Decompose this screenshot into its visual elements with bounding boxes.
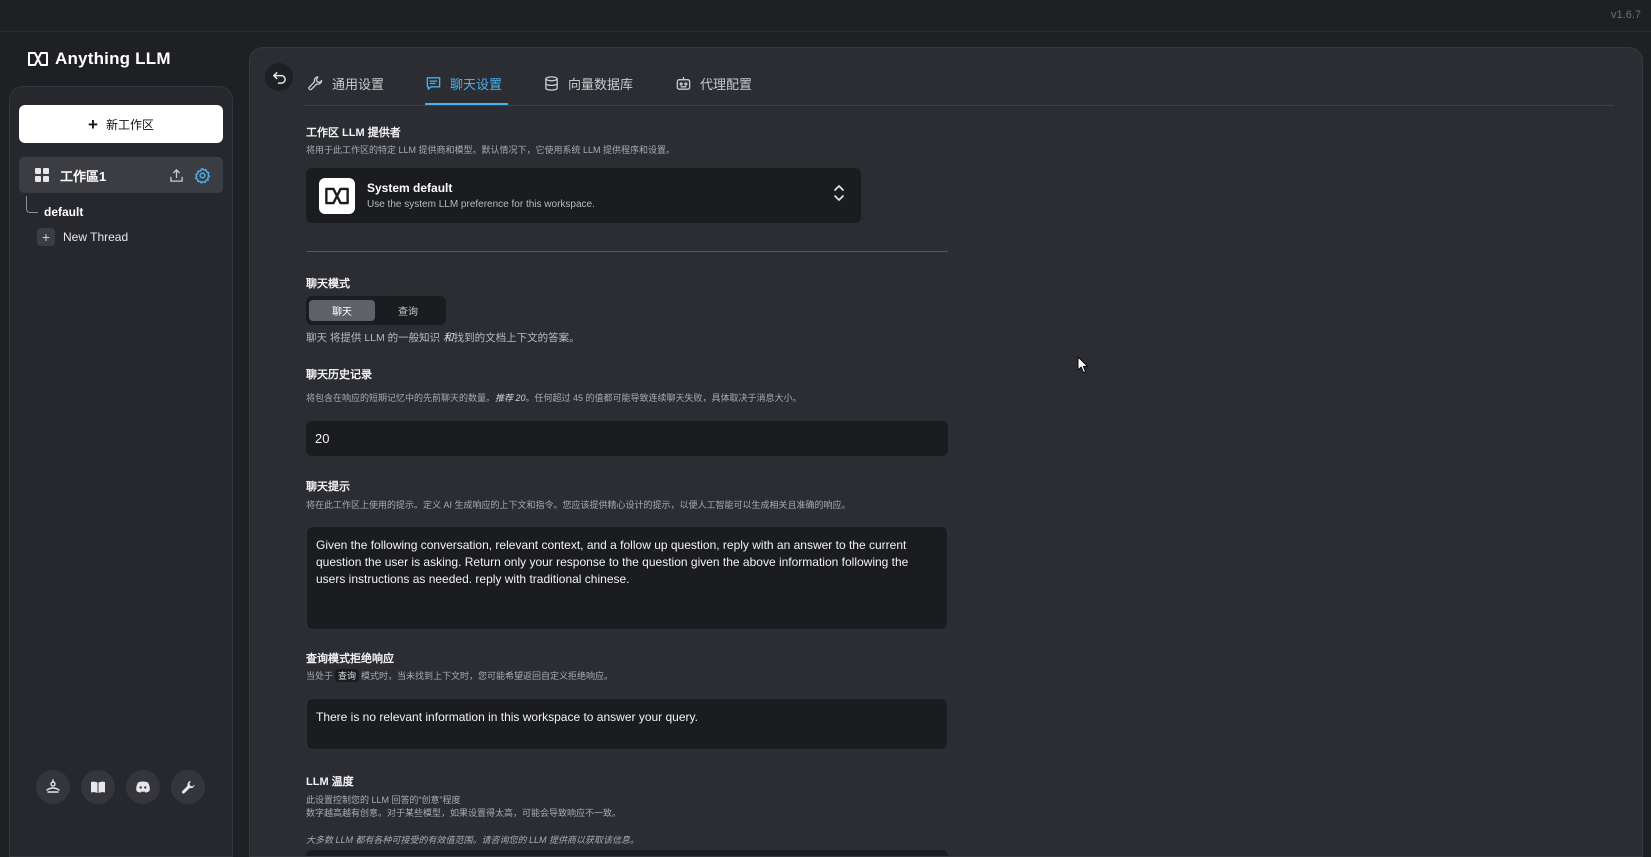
tab-general-settings[interactable]: 通用设置 — [307, 65, 425, 101]
query-refusal-desc: 当处于 查询 模式时，当未找到上下文时，您可能希望返回自定义拒绝响应。 — [306, 669, 613, 682]
llm-temperature-desc-2: 数字越高越有创意。对于某些模型，如果设置得太高，可能会导致响应不一致。 — [306, 808, 622, 818]
chat-history-input[interactable] — [306, 421, 948, 456]
app-name: Anything LLM — [55, 49, 171, 68]
chat-prompt-textarea[interactable]: Given the following conversation, releva… — [306, 526, 948, 630]
chat-history-desc-suffix: 。任何超过 45 的值都可能导致连续聊天失败，具体取决于消息大小。 — [525, 393, 802, 403]
plus-icon: + — [37, 228, 55, 246]
llm-temperature-desc-1: 此设置控制您的 LLM 回答的“创意”程度 — [306, 795, 461, 805]
provider-name: System default — [367, 181, 453, 195]
settings-wrench-icon[interactable] — [171, 770, 205, 804]
settings-panel: 通用设置 聊天设置 向量数据库 代理配置 工作区 LLM 提供者 将用于此工作区… — [249, 47, 1643, 857]
query-refusal-desc-suffix: 模式时，当未找到上下文时，您可能希望返回自定义拒绝响应。 — [361, 671, 614, 681]
llm-provider-title: 工作区 LLM 提供者 — [306, 127, 401, 139]
llm-temperature-title: LLM 温度 — [306, 776, 354, 788]
tab-label: 向量数据库 — [568, 76, 634, 92]
query-refusal-textarea[interactable]: There is no relevant information in this… — [306, 698, 948, 750]
llm-temperature-note: 大多数 LLM 都有各种可接受的有效值范围。请咨询您的 LLM 提供商以获取该信… — [306, 835, 640, 845]
new-workspace-label: 新工作区 — [105, 117, 154, 132]
query-refusal-title: 查询模式拒绝响应 — [306, 653, 394, 665]
chat-mode-desc-suffix: 找到的文档上下文的答案。 — [453, 332, 580, 344]
version-label: v1.6.7 — [1611, 9, 1641, 21]
settings-tabs: 通用设置 聊天设置 向量数据库 代理配置 — [307, 65, 775, 105]
chat-mode-toggle: 聊天 查询 — [306, 296, 446, 325]
chevron-up-down-icon — [833, 183, 845, 208]
database-icon — [545, 75, 558, 91]
sidebar: + 新工作区 工作區1 default + New Thread — [9, 86, 233, 857]
llm-provider-desc: 将用于此工作区的特定 LLM 提供商和模型。默认情况下，它使用系统 LLM 提供… — [306, 145, 676, 155]
upload-icon[interactable] — [167, 166, 185, 184]
discord-icon[interactable] — [126, 770, 160, 804]
tab-label: 聊天设置 — [450, 76, 503, 92]
workspace-name: 工作區1 — [60, 168, 107, 184]
thread-default[interactable]: default — [44, 205, 83, 219]
back-arrow-icon — [272, 71, 286, 84]
chat-history-title: 聊天历史记录 — [306, 369, 372, 381]
chat-prompt-desc: 将在此工作区上使用的提示。定义 AI 生成响应的上下文和指令。您应该提供精心设计… — [306, 500, 851, 510]
chat-history-desc-prefix: 将包含在响应的短期记忆中的先前聊天的数量。 — [306, 393, 496, 403]
top-divider — [0, 31, 1651, 32]
chat-mode-option-chat[interactable]: 聊天 — [309, 300, 375, 321]
anythingllm-logo-icon — [28, 52, 48, 66]
chat-mode-desc-prefix: 聊天 将提供 LLM 的一般知识 — [306, 332, 444, 344]
workspace-grid-icon — [35, 168, 49, 182]
tab-agent-config[interactable]: 代理配置 — [675, 65, 775, 101]
sidebar-footer — [36, 770, 205, 804]
query-refusal-desc-prefix: 当处于 — [306, 671, 334, 681]
tab-label: 代理配置 — [700, 76, 753, 92]
section-divider — [306, 251, 948, 252]
tab-label: 通用设置 — [332, 76, 385, 92]
llm-provider-select[interactable]: System default Use the system LLM prefer… — [306, 168, 861, 223]
new-workspace-button[interactable]: + 新工作区 — [19, 105, 223, 143]
back-button[interactable] — [265, 63, 293, 91]
new-thread-label: New Thread — [63, 230, 129, 244]
chat-history-desc-emph: 推荐 20 — [495, 393, 526, 403]
chat-mode-desc: 聊天 将提供 LLM 的一般知识 和找到的文档上下文的答案。 — [306, 330, 580, 345]
robot-icon — [676, 76, 691, 90]
tab-vector-database[interactable]: 向量数据库 — [543, 65, 675, 101]
app-logo: Anything LLM — [27, 49, 171, 69]
anythingllm-logo-icon — [319, 177, 355, 214]
tab-divider — [305, 105, 1614, 106]
chat-prompt-title: 聊天提示 — [306, 481, 350, 493]
query-mode-code: 查询 — [335, 669, 360, 682]
plus-icon: + — [88, 114, 98, 134]
llm-temperature-input[interactable] — [306, 850, 948, 856]
chat-mode-title: 聊天模式 — [306, 278, 350, 290]
chat-history-desc: 将包含在响应的短期记忆中的先前聊天的数量。推荐 20。任何超过 45 的值都可能… — [306, 391, 802, 404]
docs-book-icon[interactable] — [81, 770, 115, 804]
tab-chat-settings[interactable]: 聊天设置 — [425, 65, 543, 105]
gear-icon[interactable] — [193, 166, 211, 184]
sidebar-item-workspace[interactable]: 工作區1 — [19, 157, 223, 193]
community-hub-icon[interactable] — [36, 770, 70, 804]
new-thread-button[interactable]: + New Thread — [37, 228, 128, 246]
wrench-icon — [308, 75, 323, 90]
thread-tree-line — [26, 196, 38, 213]
chat-mode-option-query[interactable]: 查询 — [375, 300, 441, 321]
provider-subtitle: Use the system LLM preference for this w… — [367, 199, 595, 210]
chat-mode-desc-emph: 和 — [443, 332, 454, 344]
mouse-cursor-icon — [1077, 356, 1089, 379]
chat-icon — [426, 76, 441, 90]
